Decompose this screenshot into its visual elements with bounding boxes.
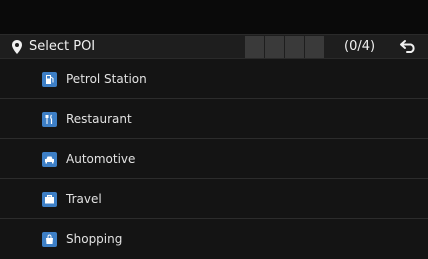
- list-item-label: Automotive: [66, 152, 136, 166]
- back-arrow-icon: [399, 38, 417, 57]
- fuel-pump-icon: [42, 72, 57, 87]
- back-button[interactable]: [394, 37, 422, 57]
- poi-slot[interactable]: [265, 36, 284, 58]
- list-item-label: Restaurant: [66, 112, 132, 126]
- list-item-label: Petrol Station: [66, 72, 147, 86]
- list-item-label: Shopping: [66, 232, 123, 246]
- list-item-shopping[interactable]: Shopping: [0, 219, 428, 259]
- suitcase-icon: [42, 192, 57, 207]
- shopping-bag-icon: [42, 232, 57, 247]
- selected-poi-slots: [245, 36, 324, 58]
- poi-category-list: Petrol Station Restaurant Automotive Tra…: [0, 59, 428, 259]
- list-item-petrol-station[interactable]: Petrol Station: [0, 59, 428, 99]
- list-item-label: Travel: [66, 192, 102, 206]
- poi-slot[interactable]: [245, 36, 264, 58]
- status-bar: [0, 0, 428, 34]
- header-bar: Select POI (0/4): [0, 34, 428, 59]
- map-pin-icon: [9, 39, 25, 55]
- poi-slot[interactable]: [285, 36, 304, 58]
- page-title: Select POI: [29, 39, 96, 54]
- list-item-automotive[interactable]: Automotive: [0, 139, 428, 179]
- car-icon: [42, 152, 57, 167]
- selection-counter: (0/4): [344, 39, 376, 54]
- list-item-restaurant[interactable]: Restaurant: [0, 99, 428, 139]
- fork-knife-icon: [42, 112, 57, 127]
- poi-selection-screen: Select POI (0/4) Petrol Station Restaura…: [0, 0, 428, 259]
- poi-slot[interactable]: [305, 36, 324, 58]
- list-item-travel[interactable]: Travel: [0, 179, 428, 219]
